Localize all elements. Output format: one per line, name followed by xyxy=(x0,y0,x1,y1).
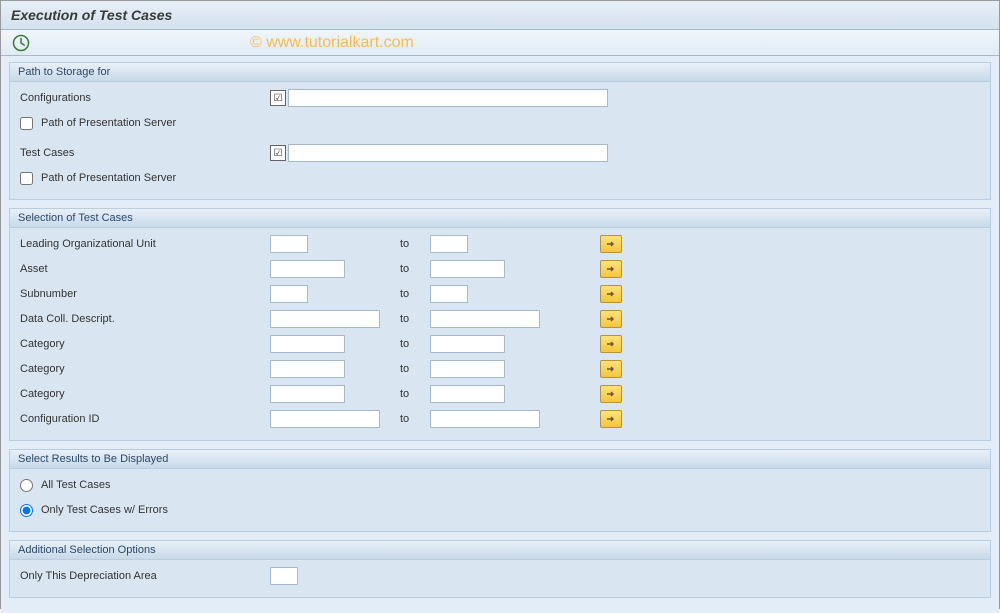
group-results: Select Results to Be Displayed All Test … xyxy=(9,449,991,532)
depreciation-label: Only This Depreciation Area xyxy=(20,570,270,582)
path-pres-server-checkbox-1[interactable] xyxy=(20,117,33,130)
selection-label: Category xyxy=(20,338,270,350)
arrow-right-icon xyxy=(606,389,616,399)
path-pres-server-2[interactable]: Path of Presentation Server xyxy=(20,172,270,185)
to-input[interactable] xyxy=(430,360,505,378)
selection-label: Category xyxy=(20,388,270,400)
selection-label: Configuration ID xyxy=(20,413,270,425)
radio-all-label: All Test Cases xyxy=(41,479,111,491)
from-input[interactable] xyxy=(270,260,345,278)
from-input[interactable] xyxy=(270,335,345,353)
to-input[interactable] xyxy=(430,235,468,253)
execute-icon[interactable] xyxy=(11,34,31,52)
radio-all-input[interactable] xyxy=(20,479,33,492)
arrow-right-icon xyxy=(606,289,616,299)
to-input[interactable] xyxy=(430,385,505,403)
multiple-selection-button[interactable] xyxy=(600,360,622,378)
from-input[interactable] xyxy=(270,310,380,328)
group-selection-header: Selection of Test Cases xyxy=(10,209,990,228)
selection-label: Subnumber xyxy=(20,288,270,300)
path-pres-server-checkbox-2[interactable] xyxy=(20,172,33,185)
multiple-selection-button[interactable] xyxy=(600,260,622,278)
configurations-label: Configurations xyxy=(20,92,270,104)
selection-row: Leading Organizational Unit to xyxy=(20,234,980,254)
to-label: to xyxy=(400,263,430,275)
arrow-right-icon xyxy=(606,264,616,274)
depreciation-input[interactable] xyxy=(270,567,298,585)
arrow-right-icon xyxy=(606,339,616,349)
to-label: to xyxy=(400,363,430,375)
content-area: Path to Storage for Configurations ☑ Pat… xyxy=(1,56,999,613)
valuehelp-icon[interactable]: ☑ xyxy=(270,90,286,106)
page-title: Execution of Test Cases xyxy=(1,1,999,30)
to-label: to xyxy=(400,238,430,250)
from-input[interactable] xyxy=(270,235,308,253)
selection-row: Configuration ID to xyxy=(20,409,980,429)
group-additional-header: Additional Selection Options xyxy=(10,541,990,560)
radio-errors-label: Only Test Cases w/ Errors xyxy=(41,504,168,516)
arrow-right-icon xyxy=(606,239,616,249)
arrow-right-icon xyxy=(606,314,616,324)
selection-label: Category xyxy=(20,363,270,375)
group-storage-header: Path to Storage for xyxy=(10,63,990,82)
multiple-selection-button[interactable] xyxy=(600,285,622,303)
to-label: to xyxy=(400,413,430,425)
from-input[interactable] xyxy=(270,285,308,303)
multiple-selection-button[interactable] xyxy=(600,385,622,403)
selection-label: Asset xyxy=(20,263,270,275)
arrow-right-icon xyxy=(606,364,616,374)
path-pres-server-1[interactable]: Path of Presentation Server xyxy=(20,117,270,130)
radio-all-test-cases[interactable]: All Test Cases xyxy=(20,479,111,492)
multiple-selection-button[interactable] xyxy=(600,410,622,428)
selection-row: Data Coll. Descript. to xyxy=(20,309,980,329)
radio-errors-input[interactable] xyxy=(20,504,33,517)
to-label: to xyxy=(400,388,430,400)
to-input[interactable] xyxy=(430,285,468,303)
selection-label: Data Coll. Descript. xyxy=(20,313,270,325)
selection-row: Category to xyxy=(20,384,980,404)
group-results-header: Select Results to Be Displayed xyxy=(10,450,990,469)
arrow-right-icon xyxy=(606,414,616,424)
selection-row: Subnumber to xyxy=(20,284,980,304)
radio-errors-only[interactable]: Only Test Cases w/ Errors xyxy=(20,504,168,517)
test-cases-input[interactable] xyxy=(288,144,608,162)
toolbar xyxy=(1,30,999,56)
selection-row: Category to xyxy=(20,334,980,354)
to-label: to xyxy=(400,288,430,300)
group-additional: Additional Selection Options Only This D… xyxy=(9,540,991,598)
selection-label: Leading Organizational Unit xyxy=(20,238,270,250)
from-input[interactable] xyxy=(270,410,380,428)
multiple-selection-button[interactable] xyxy=(600,335,622,353)
test-cases-label: Test Cases xyxy=(20,147,270,159)
multiple-selection-button[interactable] xyxy=(600,235,622,253)
configurations-input[interactable] xyxy=(288,89,608,107)
selection-row: Category to xyxy=(20,359,980,379)
from-input[interactable] xyxy=(270,385,345,403)
to-input[interactable] xyxy=(430,310,540,328)
valuehelp-icon[interactable]: ☑ xyxy=(270,145,286,161)
path-pres-server-label-2: Path of Presentation Server xyxy=(41,172,176,184)
to-input[interactable] xyxy=(430,260,505,278)
to-label: to xyxy=(400,313,430,325)
path-pres-server-label-1: Path of Presentation Server xyxy=(41,117,176,129)
from-input[interactable] xyxy=(270,360,345,378)
to-input[interactable] xyxy=(430,335,505,353)
multiple-selection-button[interactable] xyxy=(600,310,622,328)
to-label: to xyxy=(400,338,430,350)
selection-row: Asset to xyxy=(20,259,980,279)
group-selection: Selection of Test Cases Leading Organiza… xyxy=(9,208,991,441)
group-storage: Path to Storage for Configurations ☑ Pat… xyxy=(9,62,991,200)
to-input[interactable] xyxy=(430,410,540,428)
